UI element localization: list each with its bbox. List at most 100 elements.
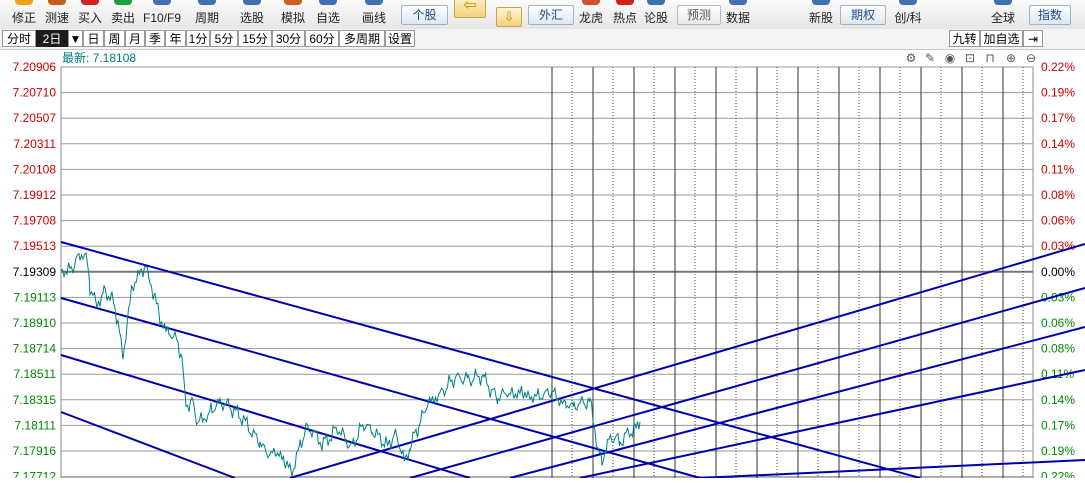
toolbar-f10-button[interactable]: F10/F9 (140, 0, 184, 28)
period-icon (198, 0, 216, 5)
price-axis-label: 7.19708 (13, 214, 57, 228)
sell-icon (114, 0, 132, 5)
price-axis-label: 7.17916 (13, 444, 57, 458)
percent-axis-label: 0.19% (1041, 444, 1075, 458)
gear-icon[interactable]: ⚙ (906, 51, 917, 65)
toolbar-stock-picker-button[interactable]: 选股 (230, 0, 274, 28)
toolbar-forum-button[interactable]: 论股 (634, 0, 678, 28)
toolbar-sell-button[interactable]: 卖出 (101, 0, 145, 28)
pencil-icon[interactable]: ✎ (925, 51, 935, 65)
price-axis-label: 7.19912 (13, 188, 57, 202)
index-button[interactable]: 指数 (1029, 5, 1071, 25)
channel-line (409, 287, 1085, 479)
price-axis-label: 7.18111 (14, 418, 56, 432)
lock-icon[interactable]: ⊡ (965, 51, 975, 65)
channel-line (60, 354, 471, 479)
toolbar-new-stock-button[interactable]: 新股 (799, 0, 843, 28)
percent-axis-label: 0.17% (1041, 418, 1075, 432)
intraday-chart[interactable]: 7.20906 0.22% 7.20710 0.19% 7.20507 0.17% 7.20… (0, 50, 1085, 483)
percent-axis-label: 0.11% (1041, 162, 1074, 176)
tab-60分[interactable]: 60分 (305, 30, 339, 47)
toolbar-label: 修正 (11, 11, 36, 25)
tab-分时[interactable]: 分时 (2, 30, 36, 47)
toolbar-label: 数据 (725, 11, 750, 25)
toolbar-label: 新股 (808, 11, 833, 25)
tab-1分[interactable]: 1分 (186, 30, 210, 47)
period-tab-bar: 分时 2日 ▼ 日周月季年 1分 5分 15分 30分 60分 多周期 设置 九转 加自选 ⇥ (0, 29, 1085, 50)
price-axis-label: 7.20906 (13, 60, 57, 74)
tab-30分[interactable]: 30分 (272, 30, 305, 47)
tab-周[interactable]: 周 (104, 30, 125, 47)
tab-设置[interactable]: 设置 (385, 30, 415, 47)
toolbar-star-market-button[interactable]: 创/科 (886, 0, 930, 28)
options-button[interactable]: 期权 (840, 5, 886, 25)
percent-axis-label: 0.06% (1041, 316, 1075, 330)
down-arrow-button[interactable]: ⇩ (496, 7, 522, 27)
percent-axis-label: 0.14% (1041, 137, 1075, 151)
price-axis-label: 7.18511 (14, 367, 57, 381)
simulate-icon (284, 0, 302, 5)
data-icon (729, 0, 747, 5)
lock-open-icon[interactable]: ⊓ (985, 51, 994, 65)
tab-年[interactable]: 年 (165, 30, 186, 47)
toolbar-label: 测速 (44, 11, 69, 25)
toolbar-label: 论股 (643, 11, 668, 25)
toolbar-label: 龙虎 (578, 11, 603, 25)
speed-icon (48, 0, 66, 5)
eye-icon[interactable]: ◉ (945, 51, 955, 65)
zoom-out-icon[interactable]: ⊖ (1026, 51, 1036, 65)
price-axis-label: 7.20507 (13, 111, 57, 125)
tab-5分[interactable]: 5分 (210, 30, 238, 47)
toolbar-label: 周期 (194, 11, 219, 25)
tab-多周期[interactable]: 多周期 (339, 30, 385, 47)
price-axis-label: 7.18315 (13, 393, 57, 407)
edit-icon (15, 0, 33, 5)
percent-axis-label: 0.22% (1041, 60, 1075, 74)
price-axis-label: 7.18910 (13, 316, 57, 330)
tab-季[interactable]: 季 (145, 30, 165, 47)
toolbar-globe-button[interactable]: 全球 (981, 0, 1025, 28)
add-watchlist-button[interactable]: 加自选 (980, 30, 1023, 47)
tab-月[interactable]: 月 (125, 30, 145, 47)
stock-button[interactable]: 个股 (401, 5, 448, 25)
channel-line (60, 241, 921, 479)
main-toolbar: 修正 测速 买入 卖出 F10/F9 周期 选股 模拟 自选 画线 龙虎 热点 论股 数据 新股 创/科 全球个… (0, 0, 1085, 30)
percent-axis-label: 0.19% (1041, 86, 1075, 100)
tab-2日[interactable]: 2日 (36, 30, 68, 47)
toolbar-period-button[interactable]: 周期 (185, 0, 229, 28)
star-market-icon (899, 0, 917, 5)
price-axis-label: 7.19513 (13, 239, 57, 253)
stock-picker-icon (243, 0, 261, 5)
draw-line-icon (365, 0, 383, 5)
toolbar-watchlist-button[interactable]: 自选 (306, 0, 350, 28)
forecast-button[interactable]: 预测 (677, 5, 721, 25)
tab-dropdown[interactable]: ▼ (68, 30, 83, 47)
watchlist-icon (319, 0, 337, 5)
toolbar-label: 卖出 (110, 11, 135, 25)
price-axis-label: 7.20710 (13, 86, 57, 100)
dragon-tiger-icon (582, 0, 600, 5)
percent-axis-label: 0.17% (1041, 111, 1075, 125)
percent-axis-label: 0.00% (1041, 265, 1075, 279)
percent-axis-label: 0.08% (1041, 342, 1075, 356)
channel-line (579, 369, 1085, 479)
channel-line (699, 459, 1085, 479)
chart-canvas[interactable]: 7.20906 0.22% 7.20710 0.19% 7.20507 0.17% 7.20… (0, 50, 1085, 483)
percent-axis-label: 0.08% (1041, 188, 1075, 202)
latest-price-label: 最新: 7.18108 (62, 50, 136, 65)
toolbar-label: 模拟 (280, 11, 305, 25)
toolbar-data-button[interactable]: 数据 (716, 0, 760, 28)
jiuzhuan-button[interactable]: 九转 (949, 30, 980, 47)
back-arrow-button[interactable]: ⇦ (454, 0, 486, 18)
toolbar-label: 买入 (77, 11, 102, 25)
tab-日[interactable]: 日 (83, 30, 104, 47)
channel-line (289, 243, 1085, 479)
expand-panel-button[interactable]: ⇥ (1023, 30, 1043, 47)
tab-15分[interactable]: 15分 (238, 30, 272, 47)
zoom-in-icon[interactable]: ⊕ (1006, 51, 1016, 65)
forex-button[interactable]: 外汇 (528, 5, 574, 25)
hot-icon (616, 0, 634, 5)
price-axis-label: 7.18714 (13, 342, 57, 356)
toolbar-draw-line-button[interactable]: 画线 (352, 0, 396, 28)
price-axis-label: 7.20108 (13, 162, 57, 176)
